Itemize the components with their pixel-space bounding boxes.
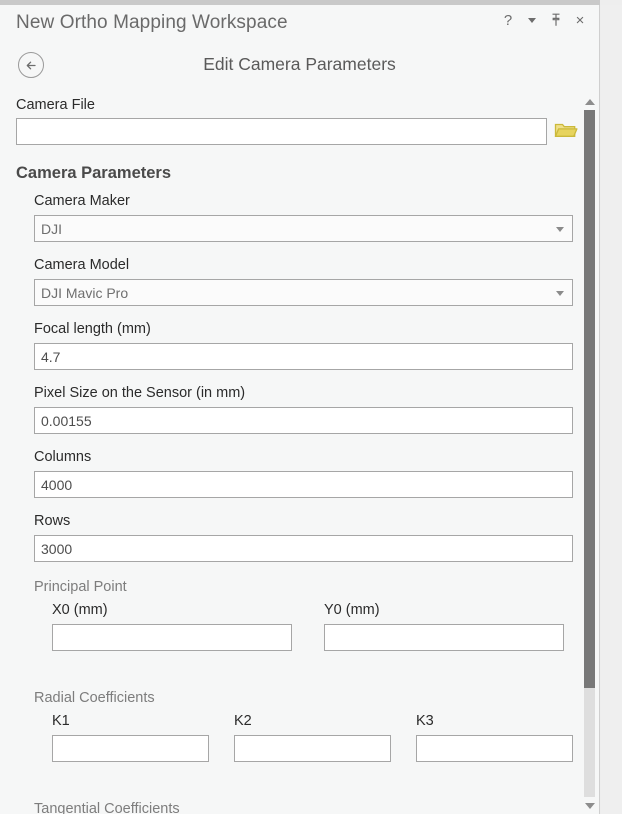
chevron-down-icon bbox=[556, 226, 564, 232]
columns-field: Columns 4000 bbox=[34, 449, 573, 498]
camera-model-value: DJI Mavic Pro bbox=[41, 284, 129, 301]
radial-k1-field: K1 bbox=[52, 713, 209, 762]
pixel-size-label: Pixel Size on the Sensor (in mm) bbox=[34, 385, 246, 401]
radial-k3-field: K3 bbox=[416, 713, 573, 762]
radial-coefficients-group-label: Radial Coefficients bbox=[34, 690, 155, 706]
principal-point-group: Principal Point X0 (mm) Y0 (mm) bbox=[34, 579, 573, 651]
principal-point-x0-input[interactable] bbox=[52, 624, 292, 651]
camera-file-input[interactable] bbox=[16, 118, 547, 145]
columns-label: Columns bbox=[34, 449, 92, 465]
focal-length-label: Focal length (mm) bbox=[34, 321, 151, 337]
principal-point-fields: X0 (mm) Y0 (mm) bbox=[34, 602, 573, 651]
content-scroll-region: Camera File Camera Parameters Camera Mak… bbox=[0, 93, 599, 814]
radial-k2-field: K2 bbox=[234, 713, 391, 762]
tangential-coefficients-group: Tangential Coefficients bbox=[34, 801, 573, 814]
radial-k3-input[interactable] bbox=[416, 735, 573, 762]
chevron-down-glyph bbox=[528, 17, 536, 23]
radial-k2-input[interactable] bbox=[234, 735, 391, 762]
rows-field: Rows 3000 bbox=[34, 513, 573, 562]
scroll-down-button[interactable] bbox=[581, 797, 598, 814]
tangential-coefficients-group-label: Tangential Coefficients bbox=[34, 801, 180, 814]
principal-point-x0-label: X0 (mm) bbox=[52, 602, 108, 618]
radial-coefficients-group: Radial Coefficients K1 K2 K3 bbox=[34, 690, 573, 762]
close-icon[interactable]: × bbox=[569, 9, 591, 31]
application-window: New Ortho Mapping Workspace ? × Edit Cam… bbox=[0, 0, 622, 814]
radial-k1-label: K1 bbox=[52, 713, 70, 729]
camera-maker-field: Camera Maker DJI bbox=[34, 193, 573, 242]
page-title: Edit Camera Parameters bbox=[203, 54, 396, 74]
camera-model-field: Camera Model DJI Mavic Pro bbox=[34, 257, 573, 306]
vertical-scrollbar[interactable] bbox=[581, 93, 598, 814]
camera-parameters-section-title: Camera Parameters bbox=[16, 164, 172, 182]
focal-length-field: Focal length (mm) 4.7 bbox=[34, 321, 573, 370]
camera-maker-label: Camera Maker bbox=[34, 193, 130, 209]
rows-input[interactable]: 3000 bbox=[34, 535, 573, 562]
principal-point-y0-field: Y0 (mm) bbox=[324, 602, 564, 651]
rows-label: Rows bbox=[34, 513, 71, 529]
radial-k3-label: K3 bbox=[416, 713, 434, 729]
camera-file-label: Camera File bbox=[16, 97, 95, 113]
principal-point-y0-input[interactable] bbox=[324, 624, 564, 651]
principal-point-x0-field: X0 (mm) bbox=[52, 602, 292, 651]
scroll-up-button[interactable] bbox=[581, 93, 598, 110]
folder-open-icon bbox=[554, 123, 578, 137]
chevron-down-icon[interactable] bbox=[521, 9, 543, 31]
triangle-up-icon bbox=[584, 98, 595, 105]
radial-coefficients-fields: K1 K2 K3 bbox=[34, 713, 573, 762]
camera-model-dropdown[interactable]: DJI Mavic Pro bbox=[34, 279, 573, 306]
scrollbar-thumb[interactable] bbox=[584, 110, 595, 688]
title-bar-buttons: ? × bbox=[497, 9, 591, 31]
window-title: New Ortho Mapping Workspace bbox=[16, 12, 288, 33]
right-gutter bbox=[601, 5, 622, 814]
camera-maker-value: DJI bbox=[41, 220, 62, 237]
principal-point-group-label: Principal Point bbox=[34, 579, 127, 595]
principal-point-y0-label: Y0 (mm) bbox=[324, 602, 380, 618]
browse-folder-button[interactable] bbox=[554, 119, 578, 143]
help-icon[interactable]: ? bbox=[497, 9, 519, 31]
radial-k1-input[interactable] bbox=[52, 735, 209, 762]
chevron-down-icon bbox=[556, 290, 564, 296]
pane-header: Edit Camera Parameters bbox=[0, 46, 599, 93]
camera-maker-dropdown[interactable]: DJI bbox=[34, 215, 573, 242]
pixel-size-field: Pixel Size on the Sensor (in mm) 0.00155 bbox=[34, 385, 573, 434]
pixel-size-input[interactable]: 0.00155 bbox=[34, 407, 573, 434]
title-bar: New Ortho Mapping Workspace ? × bbox=[0, 5, 599, 46]
radial-k2-label: K2 bbox=[234, 713, 252, 729]
triangle-down-icon bbox=[584, 802, 595, 809]
columns-input[interactable]: 4000 bbox=[34, 471, 573, 498]
camera-model-label: Camera Model bbox=[34, 257, 130, 273]
pin-icon[interactable] bbox=[545, 9, 567, 31]
focal-length-input[interactable]: 4.7 bbox=[34, 343, 573, 370]
dockable-pane: New Ortho Mapping Workspace ? × Edit Cam… bbox=[0, 5, 600, 814]
